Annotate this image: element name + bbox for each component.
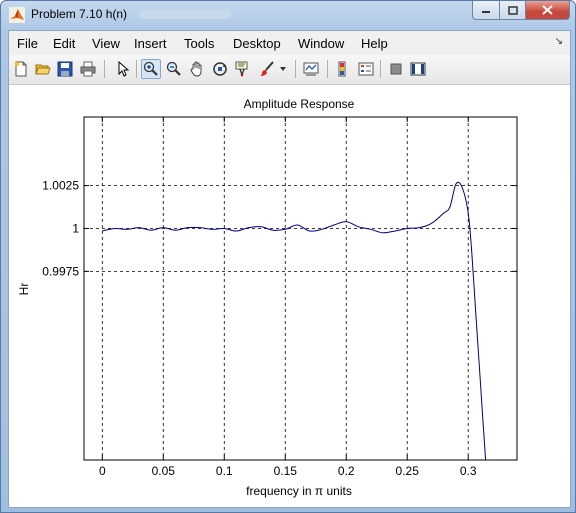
open-file-icon [35, 64, 51, 75]
maximize-button[interactable] [500, 1, 526, 20]
toolbar-separator [380, 60, 381, 78]
menu-edit[interactable]: Edit [53, 36, 75, 51]
hide-plot-tools-button[interactable] [386, 59, 406, 79]
x-tick-label: 0.05 [152, 464, 176, 478]
menu-window[interactable]: Window [298, 36, 344, 51]
maximize-icon [507, 5, 518, 15]
x-tick-label: 0.1 [216, 464, 233, 478]
brush-button[interactable] [257, 59, 277, 79]
link-plot-button[interactable] [301, 59, 321, 79]
zoom-out-button[interactable] [164, 59, 184, 79]
toolbar-separator [136, 60, 137, 78]
colorbar-icon [338, 61, 346, 77]
window-title: Problem 7.10 h(n) [31, 7, 128, 21]
y-axis-label: Hr [17, 283, 31, 296]
chevron-down-icon [280, 67, 286, 71]
close-button[interactable] [526, 1, 570, 20]
colorbar-button[interactable] [333, 59, 353, 79]
brush-icon [260, 61, 274, 76]
rotate-3d-icon [213, 62, 227, 76]
x-tick-label: 0.25 [396, 464, 420, 478]
legend-icon [358, 62, 374, 76]
data-cursor-icon [235, 61, 248, 77]
legend-button[interactable] [356, 59, 376, 79]
window-controls [472, 1, 570, 21]
menu-bar: File Edit View Insert Tools Desktop Wind… [9, 31, 570, 55]
print-icon [80, 61, 96, 77]
close-icon [542, 5, 553, 15]
figure-toolbar [9, 55, 570, 85]
pointer-button[interactable] [112, 59, 132, 79]
y-tick-label: 1.0025 [42, 179, 79, 193]
menu-file[interactable]: File [17, 36, 38, 51]
brush-dropdown-button[interactable] [277, 59, 289, 79]
toolbar-separator [295, 60, 296, 78]
open-file-button[interactable] [33, 59, 53, 79]
rotate-3d-button[interactable] [210, 59, 230, 79]
x-axis-label: frequency in π units [246, 484, 352, 498]
x-tick-label: 0.15 [274, 464, 298, 478]
amplitude-response-chart: Amplitude Response frequency in π units … [9, 85, 570, 507]
figure-canvas: Amplitude Response frequency in π units … [9, 85, 570, 507]
toolbar-separator [104, 60, 105, 78]
redacted-title-region [139, 10, 231, 19]
y-tick-label: 0.9975 [42, 264, 79, 278]
new-figure-icon [15, 61, 27, 77]
zoom-in-icon [143, 61, 158, 76]
print-button[interactable] [78, 59, 98, 79]
menu-help[interactable]: Help [361, 36, 388, 51]
x-tick-label: 0.2 [338, 464, 355, 478]
save-button[interactable] [55, 59, 75, 79]
x-tick-label: 0.3 [460, 464, 477, 478]
zoom-out-icon [166, 61, 181, 76]
y-tick-label: 1 [72, 221, 79, 235]
client-area: File Edit View Insert Tools Desktop Wind… [8, 30, 571, 508]
title-bar[interactable]: Problem 7.10 h(n) [1, 1, 575, 29]
data-cursor-button[interactable] [233, 59, 253, 79]
toolbar-separator [327, 60, 328, 78]
menu-desktop[interactable]: Desktop [233, 36, 281, 51]
chart-title: Amplitude Response [244, 97, 355, 111]
minimize-button[interactable] [472, 1, 500, 20]
pointer-icon [118, 61, 130, 77]
minimize-icon [482, 11, 490, 13]
show-plot-tools-icon [410, 62, 426, 76]
menu-view[interactable]: View [92, 36, 120, 51]
pan-button[interactable] [187, 59, 207, 79]
hide-plot-tools-icon [390, 63, 402, 75]
pan-hand-icon [190, 61, 202, 77]
show-plot-tools-button[interactable] [408, 59, 428, 79]
link-plot-icon [303, 62, 319, 76]
new-figure-button[interactable] [11, 59, 31, 79]
zoom-in-button[interactable] [141, 59, 161, 79]
menu-tools[interactable]: Tools [184, 36, 214, 51]
menu-insert[interactable]: Insert [134, 36, 167, 51]
dock-arrow-icon[interactable]: ↘ [555, 36, 563, 47]
figure-window: Problem 7.10 h(n) File Edit View Insert … [0, 0, 576, 513]
matlab-icon [9, 7, 25, 23]
save-icon [57, 61, 73, 77]
x-tick-label: 0 [99, 464, 106, 478]
